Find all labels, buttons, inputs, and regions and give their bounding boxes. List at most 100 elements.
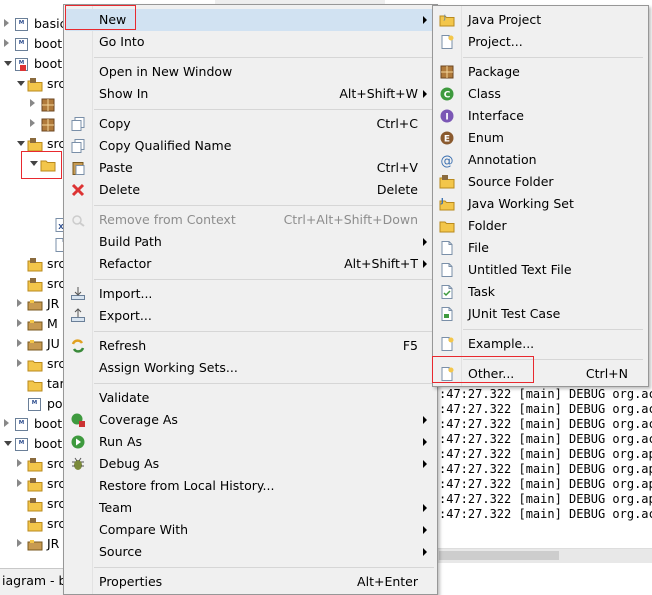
tree-item[interactable]: JR [0,294,70,314]
menu-item-run-as[interactable]: Run As [66,431,435,453]
expand-twisty-icon[interactable] [4,19,9,27]
collapse-twisty-icon[interactable] [4,441,12,446]
console-line: :47:27.322 [main] DEBUG org.apa [439,462,652,476]
tree-item[interactable]: src [0,514,70,534]
expand-twisty-icon[interactable] [17,339,22,347]
package-icon [40,97,55,112]
menu-item-validate[interactable]: Validate [66,387,435,409]
tree-item[interactable]: src [0,494,70,514]
expand-twisty-icon[interactable] [17,299,22,307]
svg-text:E: E [444,135,450,145]
menu-item-assign-working-sets[interactable]: Assign Working Sets... [66,357,435,379]
tree-item[interactable] [0,194,70,214]
menu-item-label: Show In [99,86,149,101]
menu-item-shortcut: Alt+Enter [357,574,418,589]
tree-item[interactable]: src [0,254,70,274]
menu-item-build-path[interactable]: Build Path [66,231,435,253]
new-item-class[interactable]: C Class [435,83,646,105]
new-item-project[interactable]: Project... [435,31,646,53]
new-item-annotation[interactable]: @ Annotation [435,149,646,171]
tree-item[interactable]: JU [0,334,70,354]
tree-item[interactable] [0,114,70,134]
menu-item-refresh[interactable]: Refresh F5 [66,335,435,357]
menu-item-copy[interactable]: Copy Ctrl+C [66,113,435,135]
menu-item-restore-from-local-history[interactable]: Restore from Local History... [66,475,435,497]
menu-item-properties[interactable]: Properties Alt+Enter [66,571,435,593]
menu-item-compare-with[interactable]: Compare With [66,519,435,541]
new-item-source-folder[interactable]: Source Folder [435,171,646,193]
new-item-untitled-text-file[interactable]: Untitled Text File [435,259,646,281]
submenu-arrow-icon [423,90,427,98]
tree-item[interactable]: X [0,214,70,234]
menu-item-team[interactable]: Team [66,497,435,519]
expand-twisty-icon[interactable] [17,479,22,487]
tree-item[interactable]: Mboot [0,434,70,454]
editor-tab-strip[interactable]: iagram - b [0,568,70,595]
new-item-java-project[interactable]: J Java Project [435,9,646,31]
new-item-folder[interactable]: Folder [435,215,646,237]
collapse-twisty-icon[interactable] [17,81,25,86]
collapse-twisty-icon[interactable] [17,141,25,146]
new-item-file[interactable]: File [435,237,646,259]
tree-item[interactable]: Mpo [0,394,70,414]
new-item-java-working-set[interactable]: J Java Working Set [435,193,646,215]
menu-item-source[interactable]: Source [66,541,435,563]
tree-item[interactable]: Mbasic [0,14,70,34]
menu-separator [94,279,434,280]
tree-item[interactable]: tar [0,374,70,394]
tree-item-label: boot [34,36,63,51]
scrollbar-thumb[interactable] [439,551,559,560]
new-item-example[interactable]: Example... [435,333,646,355]
expand-twisty-icon[interactable] [30,119,35,127]
tree-item[interactable]: src [0,354,70,374]
expand-twisty-icon[interactable] [4,419,9,427]
console-horizontal-scrollbar[interactable] [437,548,652,563]
menu-item-refactor[interactable]: Refactor Alt+Shift+T [66,253,435,275]
new-item-junit-test-case[interactable]: JUnit Test Case [435,303,646,325]
expand-twisty-icon[interactable] [17,539,22,547]
menu-item-show-in[interactable]: Show In Alt+Shift+W [66,83,435,105]
tree-item[interactable] [0,234,70,254]
tree-item[interactable]: src [0,74,70,94]
svg-text:@: @ [441,154,454,168]
tree-item[interactable] [0,94,70,114]
menu-item-shortcut: F5 [402,338,418,353]
menu-item-label: Run As [99,434,143,449]
svg-text:M: M [19,40,24,46]
menu-item-debug-as[interactable]: Debug As [66,453,435,475]
menu-item-paste[interactable]: Paste Ctrl+V [66,157,435,179]
menu-item-export[interactable]: Export... [66,305,435,327]
new-item-task[interactable]: Task [435,281,646,303]
menu-item-copy-qualified-name[interactable]: Copy Qualified Name [66,135,435,157]
tree-item[interactable]: Mboot [0,34,70,54]
tree-item[interactable]: src [0,474,70,494]
new-item-interface[interactable]: I Interface [435,105,646,127]
tree-item[interactable]: Mboot [0,414,70,434]
menu-separator [463,329,643,330]
expand-twisty-icon[interactable] [17,319,22,327]
menu-item-coverage-as[interactable]: Coverage As [66,409,435,431]
expand-twisty-icon[interactable] [17,359,22,367]
new-item-enum[interactable]: E Enum [435,127,646,149]
expand-twisty-icon[interactable] [30,99,35,107]
expand-twisty-icon[interactable] [4,39,9,47]
expand-twisty-icon[interactable] [17,459,22,467]
tree-item[interactable]: M [0,314,70,334]
menu-item-import[interactable]: Import... [66,283,435,305]
tree-item[interactable]: JR [0,534,70,554]
collapse-twisty-icon[interactable] [4,61,12,66]
menu-item-open-in-new-window[interactable]: Open in New Window [66,61,435,83]
coverage-icon [70,412,86,428]
menu-item-go-into[interactable]: Go Into [66,31,435,53]
menu-item-label: Coverage As [99,412,178,427]
tree-item-label: boot [34,436,63,451]
menu-item-label: File [468,240,489,255]
tree-item[interactable]: src [0,454,70,474]
menu-item-label: Assign Working Sets... [99,360,238,375]
menu-item-delete[interactable]: Delete Delete [66,179,435,201]
tree-item[interactable]: Mboot [0,54,70,74]
tree-item[interactable]: src [0,274,70,294]
import-icon [70,286,86,302]
new-item-package[interactable]: Package [435,61,646,83]
source-folder-icon [27,477,43,492]
